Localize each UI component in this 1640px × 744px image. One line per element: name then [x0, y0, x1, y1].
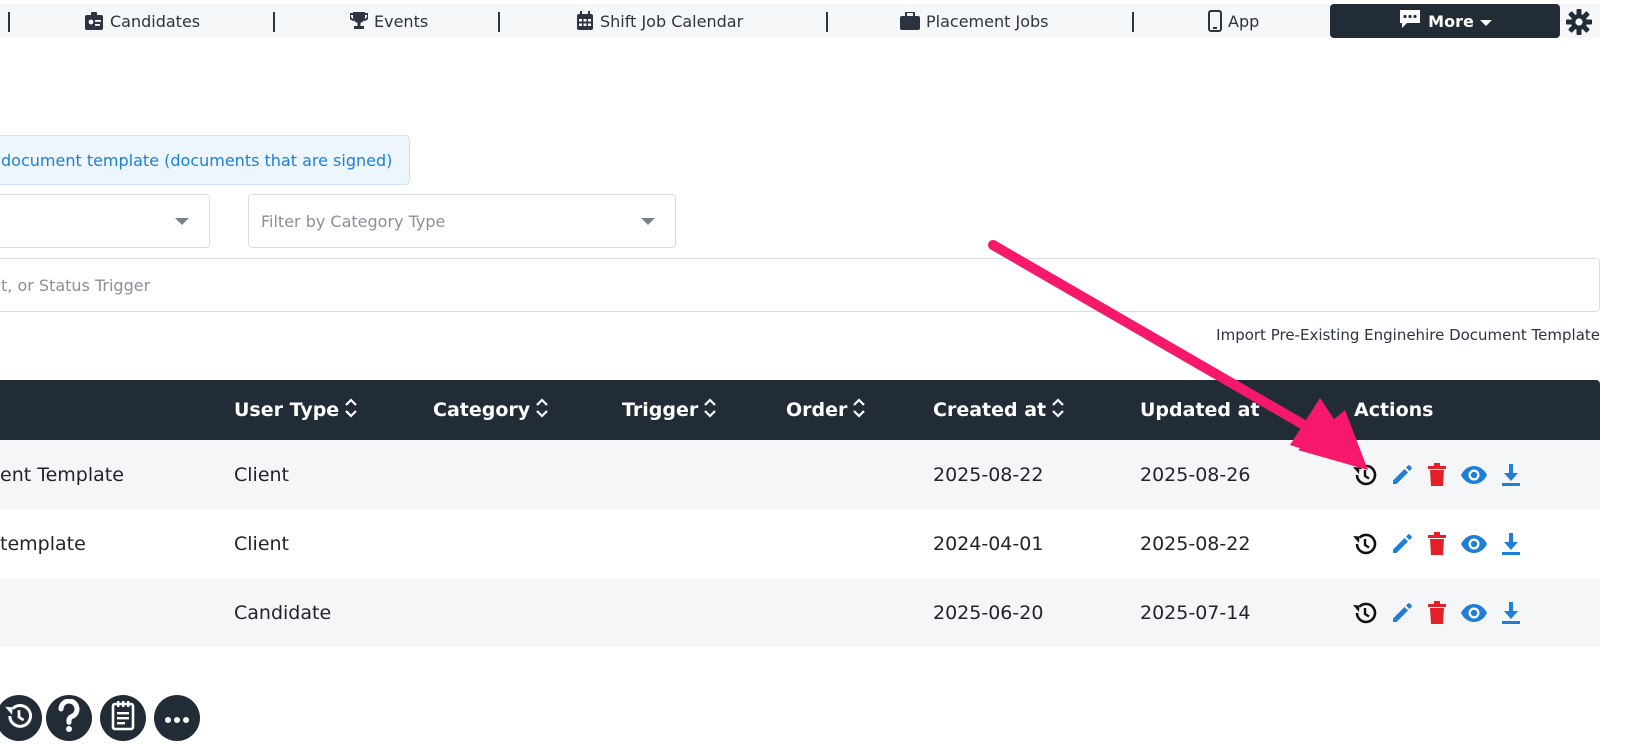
cell-created-at: 2025-08-22 [933, 463, 1044, 486]
sort-icon [853, 397, 866, 423]
cell-created-at: 2024-04-01 [933, 532, 1044, 555]
row-actions [1352, 440, 1522, 509]
column-label: Created at [933, 399, 1047, 421]
trash-icon[interactable] [1426, 600, 1448, 625]
more-options-fab[interactable] [154, 695, 200, 741]
edit-pencil-icon[interactable] [1390, 601, 1414, 625]
table-row: Candidate 2025-06-20 2025-07-14 [0, 578, 1600, 647]
cell-updated-at: 2025-08-22 [1140, 532, 1251, 555]
table-row: ent Template Client 2025-08-22 2025-08-2… [0, 440, 1600, 509]
search-placeholder: t, or Status Trigger [1, 275, 151, 295]
column-header-created-at[interactable]: Created at [933, 380, 1064, 440]
cell-updated-at: 2025-07-14 [1140, 601, 1251, 624]
trash-icon[interactable] [1426, 531, 1448, 556]
notes-fab[interactable] [100, 695, 146, 741]
ellipsis-icon [164, 709, 190, 728]
sort-icon [1052, 397, 1064, 423]
signed-document-template-button[interactable]: document template (documents that are si… [0, 135, 410, 185]
column-label: Category [433, 399, 531, 421]
briefcase-icon [900, 12, 920, 30]
cell-user-type: Client [234, 463, 290, 486]
nav-label: Placement Jobs [926, 11, 1049, 31]
first-filter-select[interactable] [0, 194, 210, 248]
history-icon[interactable] [1352, 462, 1378, 488]
nav-separator [1132, 12, 1134, 32]
column-header-order[interactable]: Order [786, 380, 866, 440]
eye-icon[interactable] [1460, 534, 1488, 554]
column-label: Trigger [622, 399, 699, 421]
id-card-icon [84, 11, 104, 31]
trash-icon[interactable] [1426, 462, 1448, 487]
more-label: More [1428, 11, 1474, 31]
download-icon[interactable] [1500, 532, 1522, 556]
row-actions [1352, 509, 1522, 578]
history-icon [4, 701, 34, 735]
eye-icon[interactable] [1460, 603, 1488, 623]
caret-down-icon [1479, 12, 1492, 31]
nav-candidates[interactable]: Candidates [84, 4, 200, 38]
history-icon[interactable] [1352, 531, 1378, 557]
comment-dots-icon [1398, 9, 1422, 33]
sort-icon [704, 397, 716, 423]
history-icon[interactable] [1352, 600, 1378, 626]
calendar-icon [576, 11, 594, 31]
sort-icon [345, 397, 357, 423]
cell-updated-at: 2025-08-26 [1140, 463, 1251, 486]
column-label: Actions [1354, 399, 1434, 421]
column-label: User Type [234, 399, 340, 421]
gear-icon[interactable] [1566, 9, 1592, 39]
nav-separator [498, 12, 500, 32]
nav-app[interactable]: App [1208, 4, 1259, 38]
column-label: Updated at [1140, 399, 1260, 421]
cell-name: template [0, 532, 86, 555]
nav-label: Candidates [110, 11, 201, 31]
help-fab[interactable] [46, 695, 92, 741]
page: Candidates Events Shift Job Calendar Pla… [0, 0, 1640, 744]
category-select-placeholder: Filter by Category Type [261, 211, 446, 231]
column-header-user-type[interactable]: User Type [234, 380, 357, 440]
sort-icon [536, 397, 548, 423]
nav-separator [273, 12, 275, 32]
nav-separator [8, 12, 10, 32]
column-header-updated-at[interactable]: Updated at [1140, 380, 1260, 440]
import-template-link[interactable]: Import Pre-Existing Enginehire Document … [1216, 326, 1600, 344]
nav-shift-job-calendar[interactable]: Shift Job Calendar [576, 4, 743, 38]
mobile-icon [1208, 10, 1222, 32]
nav-label: App [1228, 11, 1260, 31]
notes-icon [110, 701, 136, 735]
top-navigation: Candidates Events Shift Job Calendar Pla… [0, 4, 1600, 38]
history-fab[interactable] [0, 695, 42, 741]
search-input[interactable]: t, or Status Trigger [0, 258, 1600, 312]
column-header-trigger[interactable]: Trigger [622, 380, 716, 440]
download-icon[interactable] [1500, 463, 1522, 487]
trophy-icon [350, 11, 368, 31]
cell-created-at: 2025-06-20 [933, 601, 1044, 624]
more-menu-button[interactable]: More [1330, 4, 1560, 38]
nav-label: Shift Job Calendar [600, 11, 744, 31]
nav-label: Events [374, 11, 429, 31]
category-type-select[interactable]: Filter by Category Type [248, 194, 676, 248]
download-icon[interactable] [1500, 601, 1522, 625]
eye-icon[interactable] [1460, 465, 1488, 485]
table-header: User Type Category Trigger Order Created… [0, 380, 1600, 440]
cell-user-type: Candidate [234, 601, 332, 624]
column-label: Order [786, 399, 848, 421]
edit-pencil-icon[interactable] [1390, 463, 1414, 487]
cell-name: ent Template [0, 463, 124, 486]
edit-pencil-icon[interactable] [1390, 532, 1414, 556]
column-header-actions: Actions [1354, 380, 1433, 440]
doc-button-label: document template (documents that are si… [1, 150, 393, 170]
nav-events[interactable]: Events [350, 4, 428, 38]
table-row: template Client 2024-04-01 2025-08-22 [0, 509, 1600, 578]
cell-user-type: Client [234, 532, 290, 555]
nav-separator [826, 12, 828, 32]
nav-placement-jobs[interactable]: Placement Jobs [900, 4, 1048, 38]
caret-down-icon [175, 218, 189, 225]
caret-down-icon [641, 218, 655, 225]
row-actions [1352, 578, 1522, 647]
column-header-category[interactable]: Category [433, 380, 548, 440]
help-question-icon [57, 698, 81, 737]
